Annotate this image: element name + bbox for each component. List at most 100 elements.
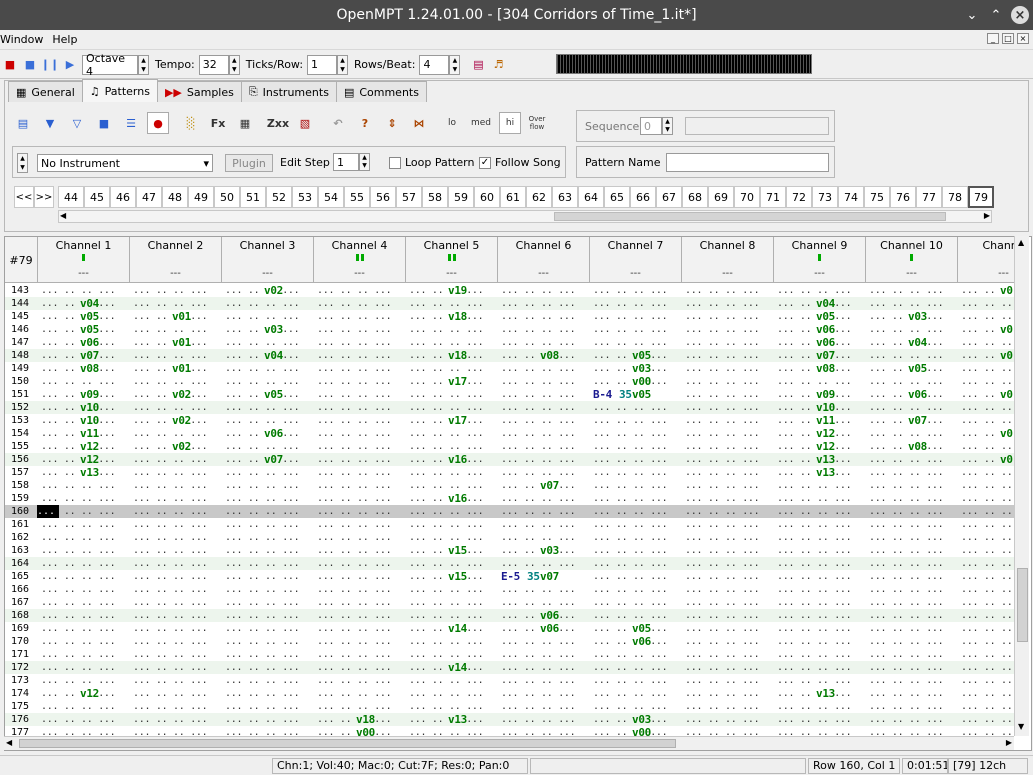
pattern-cell[interactable]: ... .. .. ...: [409, 362, 501, 375]
pattern-cell[interactable]: ... .. .. ...: [869, 453, 961, 466]
pattern-cell[interactable]: ... .. .. ...: [869, 427, 961, 440]
pattern-cell[interactable]: ... .. .. ...: [41, 544, 133, 557]
rows-field[interactable]: 4: [419, 54, 450, 75]
table-row[interactable]: 171... .. .. ...... .. .. ...... .. .. .…: [5, 648, 1031, 661]
pattern-cell[interactable]: ... .. .. ...: [225, 375, 317, 388]
pattern-cell[interactable]: ... .. .. ...v18: [409, 349, 501, 362]
pattern-cell[interactable]: ... .. .. ...: [41, 609, 133, 622]
pattern-cell[interactable]: ... .. .. ...: [685, 310, 777, 323]
pattern-cell[interactable]: ... .. .. ...v05: [593, 349, 685, 362]
plugin-button[interactable]: Plugin: [225, 154, 273, 172]
pattern-cell[interactable]: ... .. .. ...: [225, 505, 317, 518]
pattern-cell[interactable]: ... .. .. ...: [501, 583, 593, 596]
pattern-cell[interactable]: ... .. .. ...: [133, 492, 225, 505]
pattern-cell[interactable]: ... .. .. ...: [133, 674, 225, 687]
pattern-cell[interactable]: ... .. .. ...v06: [41, 336, 133, 349]
pattern-cell[interactable]: ... .. .. ...: [317, 388, 409, 401]
chevron-down-icon[interactable]: ⌄: [963, 6, 981, 24]
edit-cursor[interactable]: ...: [37, 505, 59, 518]
pattern-cell[interactable]: ... .. .. ...: [501, 297, 593, 310]
order-item[interactable]: 63: [552, 186, 578, 208]
pattern-cell[interactable]: ... .. .. ...: [685, 700, 777, 713]
edit-step-spinner[interactable]: ▲ ▼: [359, 153, 370, 171]
pattern-cell[interactable]: ... .. .. ...: [685, 349, 777, 362]
pattern-cell[interactable]: ... .. .. ...: [133, 427, 225, 440]
tab-patterns[interactable]: ♫ Patterns: [81, 79, 158, 102]
pattern-cell[interactable]: ... .. .. ...: [317, 596, 409, 609]
pattern-cell[interactable]: ... .. .. ...: [133, 609, 225, 622]
pattern-cell[interactable]: ... .. .. ...: [501, 700, 593, 713]
pattern-cell[interactable]: ... .. .. ...v06: [501, 622, 593, 635]
pattern-cell[interactable]: ... .. .. ...v08: [41, 362, 133, 375]
pattern-cell[interactable]: ... .. .. ...: [593, 505, 685, 518]
pattern-editor[interactable]: #79 Channel 1 --- Channel 2 --- Channel 3 ---…: [4, 236, 1032, 751]
pattern-cell[interactable]: ... .. .. ...: [41, 570, 133, 583]
pattern-cell[interactable]: ... .. .. ...: [869, 505, 961, 518]
pattern-cell[interactable]: ... .. .. ...: [41, 635, 133, 648]
pattern-cell[interactable]: ... .. .. ...: [593, 544, 685, 557]
rows-spinner[interactable]: ▲ ▼: [449, 54, 461, 75]
order-item[interactable]: 54: [318, 186, 344, 208]
pattern-cell[interactable]: ... .. .. ...: [501, 518, 593, 531]
pattern-cell[interactable]: ... .. .. ...v09: [777, 388, 869, 401]
order-item[interactable]: 65: [604, 186, 630, 208]
stop-icon[interactable]: ■: [20, 55, 40, 75]
order-item[interactable]: 52: [266, 186, 292, 208]
order-item[interactable]: 45: [84, 186, 110, 208]
pattern-cell[interactable]: ... .. .. ...v13: [777, 466, 869, 479]
pattern-cell[interactable]: ... .. .. ...: [777, 570, 869, 583]
pattern-cell[interactable]: ... .. .. ...v03: [225, 323, 317, 336]
pattern-cell[interactable]: ... .. .. ...v06: [225, 427, 317, 440]
pattern-cell[interactable]: ... .. .. ...v14: [409, 622, 501, 635]
pattern-cell[interactable]: ... .. .. ...v19: [409, 284, 501, 297]
pattern-cell[interactable]: ... .. .. ...: [685, 609, 777, 622]
order-item[interactable]: 60: [474, 186, 500, 208]
pattern-cell[interactable]: ... .. .. ...: [685, 440, 777, 453]
table-row[interactable]: 175... .. .. ...... .. .. ...... .. .. .…: [5, 700, 1031, 713]
pattern-cell[interactable]: ... .. .. ...: [593, 557, 685, 570]
pattern-cell[interactable]: ... .. .. ...v10: [777, 401, 869, 414]
arrow-down-icon[interactable]: ▼: [39, 112, 61, 134]
ticks-spinner[interactable]: ▲ ▼: [337, 54, 349, 75]
order-item[interactable]: 64: [578, 186, 604, 208]
pattern-cell[interactable]: ... .. .. ...: [593, 453, 685, 466]
channel-header-5[interactable]: Channel 5 ---: [406, 237, 498, 283]
pattern-cell[interactable]: ... .. .. ...: [869, 479, 961, 492]
pattern-cell[interactable]: ... .. .. ...v01: [133, 310, 225, 323]
order-item[interactable]: 74: [838, 186, 864, 208]
pattern-cell[interactable]: ... .. .. ...: [685, 557, 777, 570]
pattern-cell[interactable]: ... .. .. ...v18: [409, 310, 501, 323]
pattern-cell[interactable]: ... .. .. ...: [501, 635, 593, 648]
pattern-cell[interactable]: ... .. .. ...: [501, 596, 593, 609]
table-row[interactable]: 152... .. .. ...v10... .. .. ...... .. .…: [5, 401, 1031, 414]
pattern-cell[interactable]: ... .. .. ...: [317, 492, 409, 505]
pattern-cell[interactable]: ... .. .. ...v12: [777, 440, 869, 453]
shrink-icon[interactable]: ⋈: [408, 112, 430, 134]
pattern-cell[interactable]: ... .. .. ...: [685, 622, 777, 635]
pattern-cell[interactable]: ... .. .. ...v12: [41, 440, 133, 453]
pattern-cell[interactable]: ... .. .. ...: [409, 648, 501, 661]
pattern-cell[interactable]: ... .. .. ...: [777, 622, 869, 635]
pattern-cell[interactable]: ... .. .. ...: [869, 401, 961, 414]
pattern-cell[interactable]: ... .. .. ...: [685, 479, 777, 492]
order-item[interactable]: 55: [344, 186, 370, 208]
pattern-cell[interactable]: ... .. .. ...: [501, 466, 593, 479]
pattern-cell[interactable]: ... .. .. ...: [869, 596, 961, 609]
pattern-cell[interactable]: ... .. .. ...v06: [869, 388, 961, 401]
pattern-cell[interactable]: ... .. .. ...: [593, 674, 685, 687]
table-row[interactable]: 161... .. .. ...... .. .. ...... .. .. .…: [5, 518, 1031, 531]
pattern-cell[interactable]: ... .. .. ...: [501, 388, 593, 401]
pattern-cell[interactable]: ... .. .. ...: [869, 609, 961, 622]
speaker-icon[interactable]: ♬: [488, 55, 508, 75]
pattern-cell[interactable]: ... .. .. ...: [869, 713, 961, 726]
pattern-cell[interactable]: ... .. .. ...: [593, 609, 685, 622]
pattern-cell[interactable]: ... .. .. ...: [685, 388, 777, 401]
table-row[interactable]: 160... .. .. ...... .. .. ...... .. .. .…: [5, 505, 1031, 518]
pattern-cell[interactable]: ... .. .. ...: [685, 583, 777, 596]
pattern-cell[interactable]: ... .. .. ...: [685, 401, 777, 414]
pattern-cell[interactable]: ... .. .. ...: [133, 661, 225, 674]
tab-instruments[interactable]: ⎘ Instruments: [240, 81, 337, 102]
table-row[interactable]: 149... .. .. ...v08... .. .. ...v01... .…: [5, 362, 1031, 375]
pattern-cell[interactable]: ... .. .. ...: [133, 635, 225, 648]
table-row[interactable]: 153... .. .. ...v10... .. .. ...v02... .…: [5, 414, 1031, 427]
